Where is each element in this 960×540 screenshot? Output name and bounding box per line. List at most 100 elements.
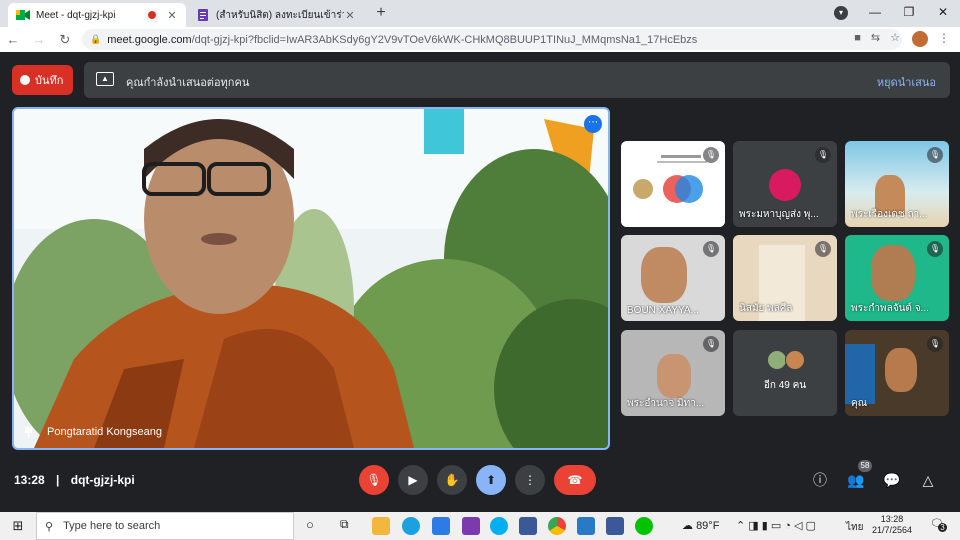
notification-count: 3: [938, 523, 947, 532]
tile-participant[interactable]: 🎙 พระมหาบุญส่ง พุ...: [733, 141, 837, 227]
speaker-name-label: Pongtaratid Kongseang: [24, 426, 162, 438]
raise-hand-button[interactable]: ✋: [437, 465, 467, 495]
search-placeholder: Type here to search: [63, 520, 161, 532]
more-options-icon[interactable]: ⋯: [584, 115, 602, 133]
skype-icon[interactable]: [490, 517, 508, 535]
new-tab-button[interactable]: +: [372, 4, 390, 22]
recording-button[interactable]: บันทึก: [12, 65, 73, 95]
forward-button[interactable]: →: [26, 32, 52, 47]
tab-meet[interactable]: Meet - dqt-gjzj-kpi ✕: [8, 3, 186, 27]
edge-icon[interactable]: [402, 517, 420, 535]
bookshelf: [845, 344, 875, 404]
back-button[interactable]: ←: [0, 32, 26, 47]
speaker-name: Pongtaratid Kongseang: [47, 426, 162, 438]
translate-icon[interactable]: ⇆: [871, 31, 880, 44]
activities-icon[interactable]: △: [918, 470, 938, 490]
tab-search-icon[interactable]: ▾: [834, 6, 848, 20]
clock-date: 21/7/2564: [872, 525, 913, 535]
notification-center-icon[interactable]: 🗨 3: [930, 517, 947, 533]
mic-toggle-button[interactable]: 🎙: [359, 465, 389, 495]
presenting-text: คุณกำลังนำเสนอต่อทุกคน: [126, 77, 250, 89]
minimize-button[interactable]: —: [858, 0, 892, 24]
search-icon: ⚲: [45, 520, 54, 533]
participant-name: BOUN XAYYA...: [627, 305, 699, 316]
tile-participant[interactable]: 🎙 พระอำนาจ มิทา...: [621, 330, 725, 416]
url-host: meet.google.com: [107, 33, 192, 46]
chrome-menu-icon[interactable]: ⋮: [938, 31, 950, 45]
meeting-code: |: [52, 473, 63, 487]
meeting-code-text: dqt-gjzj-kpi: [70, 473, 135, 487]
tab-title: (สำหรับนิสิต) ลงทะเบียนเข้าร่วมกิจกรรม: [216, 9, 344, 21]
camera-indicator-icon[interactable]: ■: [854, 32, 861, 44]
system-tray-icons[interactable]: ⌃ ◨ ▮ ▭ ◔ ◁ ▢: [736, 519, 816, 532]
url-field[interactable]: 🔒 meet.google.com /dqt-gjzj-kpi?fbclid=I…: [82, 29, 902, 50]
meeting-info: 13:28 | dqt-gjzj-kpi: [14, 473, 135, 487]
mic-off-icon: 🎙: [703, 336, 719, 352]
mic-off-icon: 🎙: [927, 147, 943, 163]
mic-off-icon: 🎙: [703, 147, 719, 163]
browser-tab-bar: Meet - dqt-gjzj-kpi ✕ (สำหรับนิสิต) ลงทะ…: [0, 0, 960, 27]
screen: { "browser": { "tabs": [ {"title": "Meet…: [0, 0, 960, 540]
camera-toggle-button[interactable]: ▶: [398, 465, 428, 495]
bookmark-star-icon[interactable]: ☆: [890, 31, 900, 44]
restore-button[interactable]: ❐: [892, 0, 926, 24]
address-bar: ← → ↻ 🔒 meet.google.com /dqt-gjzj-kpi?fb…: [0, 27, 960, 52]
tile-self[interactable]: 🎙 คุณ: [845, 330, 949, 416]
participant-name: นิสมัย พลศีล: [739, 303, 793, 314]
main-speaker-video[interactable]: ⋯ Pongtaratid Kongseang: [12, 107, 610, 450]
participant-name: พระเรืองเดช ถา...: [851, 209, 928, 220]
present-now-button[interactable]: ⬆: [476, 465, 506, 495]
tile-participant[interactable]: 🎙 พระกำพลจันต์ จ...: [845, 235, 949, 321]
tile-others[interactable]: อีก 49 คน: [733, 330, 837, 416]
tile-participant[interactable]: 🎙 นิสมัย พลศีล: [733, 235, 837, 321]
windows-taskbar: ⊞ ⚲ Type here to search: [0, 512, 960, 540]
onenote-icon[interactable]: [462, 517, 480, 535]
others-avatars: [767, 350, 805, 370]
close-tab-icon[interactable]: ✕: [166, 9, 178, 22]
windows-start-icon[interactable]: ⊞: [0, 518, 36, 534]
file-explorer-icon[interactable]: [372, 517, 390, 535]
input-language[interactable]: ไทย: [846, 520, 863, 535]
presenting-banner: ▲ คุณกำลังนำเสนอต่อทุกคน หยุดนำเสนอ: [84, 62, 950, 98]
tile-presentation[interactable]: 🎙: [621, 141, 725, 227]
recording-dot-icon: [148, 11, 156, 19]
mic-off-icon: 🎙: [815, 147, 831, 163]
participant-face: [885, 348, 917, 392]
close-window-button[interactable]: ✕: [926, 0, 960, 24]
people-icon[interactable]: 👥: [846, 470, 866, 490]
cortana-icon[interactable]: ○: [306, 517, 314, 532]
mail-icon[interactable]: [432, 517, 450, 535]
weather-widget[interactable]: ☁ 89°F: [682, 519, 719, 532]
url-path: /dqt-gjzj-kpi?fbclid=IwAR3AbKSdy6gY2V9vT…: [191, 33, 698, 46]
reload-button[interactable]: ↻: [52, 32, 78, 48]
meeting-details-icon[interactable]: ⓘ: [810, 470, 830, 490]
tab-forms[interactable]: (สำหรับนิสิต) ลงทะเบียนเข้าร่วมกิจกรรม ✕: [188, 3, 364, 27]
task-view-icon[interactable]: ⧉: [340, 517, 349, 532]
chat-icon[interactable]: 💬: [882, 470, 902, 490]
taskbar-search[interactable]: ⚲ Type here to search: [36, 512, 294, 540]
close-tab-icon[interactable]: ✕: [344, 9, 356, 22]
profile-avatar[interactable]: [912, 31, 928, 47]
pin-icon[interactable]: [24, 426, 33, 438]
chrome-icon[interactable]: [548, 517, 566, 535]
tab-title: Meet - dqt-gjzj-kpi: [36, 9, 116, 21]
tile-participant[interactable]: 🎙 พระเรืองเดช ถา...: [845, 141, 949, 227]
tile-participant[interactable]: 🎙 BOUN XAYYA...: [621, 235, 725, 321]
facebook-app-icon[interactable]: [606, 517, 624, 535]
avatar: [769, 169, 801, 201]
clock-time: 13:28: [880, 514, 904, 524]
participant-face: [641, 247, 687, 303]
photos-icon[interactable]: [577, 517, 595, 535]
participant-name: คุณ: [851, 398, 867, 409]
leave-call-button[interactable]: ☎: [554, 465, 596, 495]
participants-count-badge: 58: [858, 460, 872, 472]
participant-face: [871, 245, 915, 301]
line-icon[interactable]: [635, 517, 653, 535]
taskbar-clock[interactable]: 13:28 21/7/2564: [872, 514, 912, 536]
temperature: 89°F: [696, 520, 720, 532]
participant-name: พระอำนาจ มิทา...: [627, 398, 705, 409]
stop-presenting-button[interactable]: หยุดนำเสนอ: [877, 73, 936, 91]
more-options-button[interactable]: ⋮: [515, 465, 545, 495]
facebook-icon[interactable]: [519, 517, 537, 535]
window-controls: — ❐ ✕: [858, 0, 960, 24]
